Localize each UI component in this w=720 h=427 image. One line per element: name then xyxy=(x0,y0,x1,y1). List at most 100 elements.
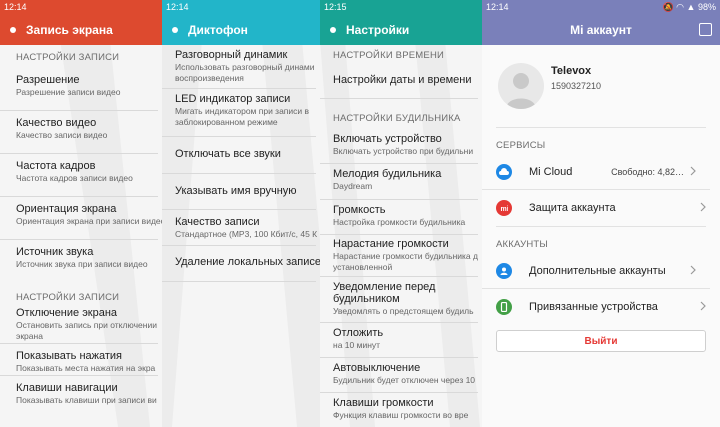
mi-cloud-storage: Свободно: 4,82… xyxy=(611,166,684,177)
setting-subtitle: Уведомлять о предстоящем будиль xyxy=(333,306,474,316)
setting-nav-keys[interactable]: Клавиши навигации Показывать клавиши при… xyxy=(0,376,158,416)
setting-volume[interactable]: Громкость Настройка громкости будильника xyxy=(320,200,478,235)
setting-volume-keys[interactable]: Клавиши громкости Функция клавиш громкос… xyxy=(320,393,478,423)
status-bar: 12:15 xyxy=(320,0,482,15)
additional-accounts-row[interactable]: Дополнительные аккаунты xyxy=(482,253,710,289)
setting-title: Удаление локальных записей xyxy=(175,256,320,268)
app-bar: Mi аккаунт xyxy=(482,15,720,45)
app-title: Mi аккаунт xyxy=(570,23,632,37)
status-time: 12:14 xyxy=(166,2,189,12)
setting-alarm-melody[interactable]: Мелодия будильника Daydream xyxy=(320,164,478,200)
setting-subtitle-line2: воспроизведения xyxy=(175,73,244,83)
section-header: НАСТРОЙКИ ЗАПИСИ xyxy=(16,52,120,63)
svg-text:mi: mi xyxy=(501,206,509,212)
setting-subtitle: Ориентация экрана при записи видео xyxy=(16,216,162,226)
status-time: 12:14 xyxy=(486,2,509,12)
mi-cloud-label: Mi Cloud xyxy=(529,165,573,178)
app-title: Настройки xyxy=(346,23,410,37)
avatar[interactable] xyxy=(498,63,544,109)
setting-delete-local[interactable]: Удаление локальных записей xyxy=(162,246,320,282)
profile-header[interactable]: Televox 1590327210 xyxy=(482,45,720,127)
app-title: Запись экрана xyxy=(26,23,113,37)
setting-manual-name[interactable]: Указывать имя вручную xyxy=(162,174,316,210)
signal-icon: ▲ xyxy=(686,2,696,12)
additional-accounts-label: Дополнительные аккаунты xyxy=(529,264,666,277)
person-icon xyxy=(496,262,512,279)
setting-subtitle: Настройка громкости будильника xyxy=(333,217,466,227)
phone-icon xyxy=(496,299,512,315)
setting-subtitle: Частота кадров записи видео xyxy=(16,173,133,183)
setting-title: Качество записи xyxy=(175,216,260,228)
setting-pre-alarm-notice[interactable]: Уведомление перед будильником Уведомлять… xyxy=(320,277,478,323)
linked-devices-row[interactable]: Привязанные устройства xyxy=(482,289,720,325)
status-right: 🔕 ◠ ▲ 98% xyxy=(662,2,716,13)
setting-title: Показывать нажатия xyxy=(16,350,123,362)
setting-power-on[interactable]: Включать устройство Включать устройство … xyxy=(320,130,478,164)
setting-title: LED индикатор записи xyxy=(175,93,291,105)
setting-screen-off[interactable]: Отключение экрана Остановить запись при … xyxy=(0,304,158,344)
setting-subtitle-line2: установленной xyxy=(333,262,393,272)
status-bar: 12:14 xyxy=(162,0,320,15)
section-header: НАСТРОЙКИ ЗАПИСИ xyxy=(16,292,120,303)
linked-devices-label: Привязанные устройства xyxy=(529,301,658,313)
logout-button[interactable]: Выйти xyxy=(496,330,706,352)
setting-title: Уведомление перед xyxy=(333,281,436,293)
setting-led-indicator[interactable]: LED индикатор записи Мигать индикатором … xyxy=(162,89,316,137)
setting-date-time[interactable]: Настройки даты и времени xyxy=(320,63,478,99)
status-bar: 12:14 xyxy=(0,0,162,15)
setting-title: Отключать все звуки xyxy=(175,148,281,160)
app-dot-icon xyxy=(172,27,178,33)
setting-subtitle: Показывать клавиши при записи ви xyxy=(16,395,157,405)
setting-title: Нарастание громкости xyxy=(333,238,449,250)
setting-subtitle: Daydream xyxy=(333,181,373,191)
setting-auto-off[interactable]: Автовыключение Будильник будет отключен … xyxy=(320,358,478,393)
setting-volume-ramp[interactable]: Нарастание громкости Нарастание громкост… xyxy=(320,235,478,277)
account-protection-label: Защита аккаунта xyxy=(529,202,616,214)
setting-title: Указывать имя вручную xyxy=(175,185,297,197)
setting-title: Громкость xyxy=(333,204,386,216)
setting-subtitle: Нарастание громкости будильника д xyxy=(333,251,478,261)
section-header: НАСТРОЙКИ ВРЕМЕНИ xyxy=(333,50,445,61)
setting-subtitle: Функция клавиш громкости во вре xyxy=(333,410,469,420)
mi-cloud-row[interactable]: Mi Cloud Свободно: 4,82… xyxy=(482,154,710,190)
screen-recorder-panel: 12:14 Запись экрана НАСТРОЙКИ ЗАПИСИ Раз… xyxy=(0,0,162,427)
setting-title: Источник звука xyxy=(16,246,94,258)
setting-subtitle: Стандартное (MP3, 100 Кбит/с, 45 К xyxy=(175,229,318,239)
setting-subtitle: Использовать разговорный динами xyxy=(175,62,315,72)
setting-resolution[interactable]: Разрешение Разрешение записи видео xyxy=(0,68,158,111)
exit-icon[interactable] xyxy=(699,23,712,36)
setting-record-quality[interactable]: Качество записи Стандартное (MP3, 100 Кб… xyxy=(162,210,318,246)
setting-video-quality[interactable]: Качество видео Качество записи видео xyxy=(0,111,158,154)
setting-subtitle: на 10 минут xyxy=(333,340,381,350)
setting-snooze[interactable]: Отложить на 10 минут xyxy=(320,323,478,358)
status-time: 12:14 xyxy=(4,2,27,12)
app-dot-icon xyxy=(10,27,16,33)
setting-subtitle: Разрешение записи видео xyxy=(16,87,121,97)
shield-icon: mi xyxy=(496,200,512,216)
setting-title: Ориентация экрана xyxy=(16,203,117,215)
mute-icon: 🔕 xyxy=(662,2,674,12)
setting-subtitle: Мигать индикатором при записи в xyxy=(175,106,310,116)
section-header-accounts: АККАУНТЫ xyxy=(496,239,549,250)
setting-title: Отложить xyxy=(333,327,384,339)
chevron-right-icon xyxy=(700,202,706,212)
setting-title: Автовыключение xyxy=(333,362,421,374)
clock-settings-panel: 12:15 Настройки НАСТРОЙКИ ВРЕМЕНИ Настро… xyxy=(320,0,482,427)
setting-orientation[interactable]: Ориентация экрана Ориентация экрана при … xyxy=(0,197,162,240)
status-bar: 12:14 🔕 ◠ ▲ 98% xyxy=(482,0,720,15)
setting-audio-source[interactable]: Источник звука Источник звука при записи… xyxy=(0,240,158,283)
section-header: НАСТРОЙКИ БУДИЛЬНИКА xyxy=(333,113,461,124)
account-protection-row[interactable]: mi Защита аккаунта xyxy=(482,190,720,226)
setting-show-touches[interactable]: Показывать нажатия Показывать места нажа… xyxy=(0,344,158,376)
app-bar: Запись экрана xyxy=(0,15,162,45)
setting-title: Мелодия будильника xyxy=(333,168,442,180)
section-header-services: СЕРВИСЫ xyxy=(496,140,546,151)
setting-subtitle-line2: заблокированном режиме xyxy=(175,117,278,127)
wifi-icon: ◠ xyxy=(676,2,685,12)
setting-earpiece[interactable]: Разговорный динамик Использовать разгово… xyxy=(162,45,316,89)
setting-title: Отключение экрана xyxy=(16,307,118,319)
setting-mute-all[interactable]: Отключать все звуки xyxy=(162,137,316,174)
user-silhouette-icon xyxy=(506,73,536,109)
setting-frame-rate[interactable]: Частота кадров Частота кадров записи вид… xyxy=(0,154,158,197)
setting-subtitle: Качество записи видео xyxy=(16,130,108,140)
